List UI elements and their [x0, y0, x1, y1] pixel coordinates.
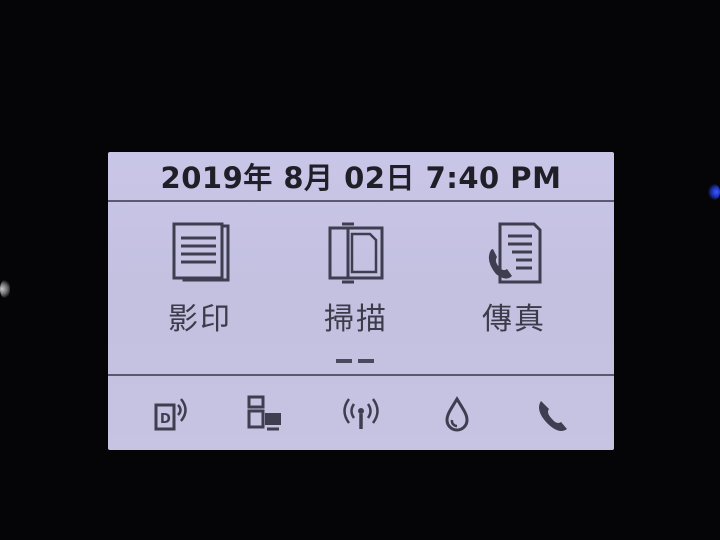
fax-label: 傳真	[482, 302, 546, 337]
ink-levels-button[interactable]	[432, 388, 482, 438]
copy-document-icon	[172, 222, 230, 282]
svg-text:D: D	[160, 412, 171, 427]
printer-control-panel-screen: 2019年 8月 02日 7:40 PM 影印 掃描 傳真 D	[108, 152, 614, 450]
scan-document-icon	[328, 222, 384, 284]
ink-drop-icon	[445, 396, 469, 432]
phone-handset-icon	[539, 401, 568, 431]
wireless-button[interactable]	[336, 388, 386, 438]
copy-button[interactable]: 影印	[145, 222, 255, 352]
page-dot-2	[358, 359, 374, 363]
bezel-light-left	[0, 280, 10, 298]
wifi-direct-button[interactable]: D	[145, 388, 195, 438]
wireless-signal-icon	[343, 398, 379, 429]
status-led	[708, 184, 720, 200]
scan-label: 掃描	[324, 302, 388, 337]
fax-status-button[interactable]	[527, 388, 577, 438]
page-indicator	[336, 359, 374, 363]
status-bar: D	[108, 374, 614, 450]
network-printer-icon	[247, 395, 282, 431]
date-time-display: 2019年 8月 02日 7:40 PM	[160, 161, 562, 195]
network-button[interactable]	[240, 388, 290, 438]
status-header: 2019年 8月 02日 7:40 PM	[108, 152, 614, 202]
fax-document-icon	[488, 222, 542, 284]
page-dot-1	[336, 359, 352, 363]
fax-button[interactable]: 傳真	[459, 222, 569, 352]
scan-button[interactable]: 掃描	[301, 222, 411, 352]
wifi-direct-icon: D	[154, 398, 187, 431]
copy-label: 影印	[168, 302, 232, 337]
